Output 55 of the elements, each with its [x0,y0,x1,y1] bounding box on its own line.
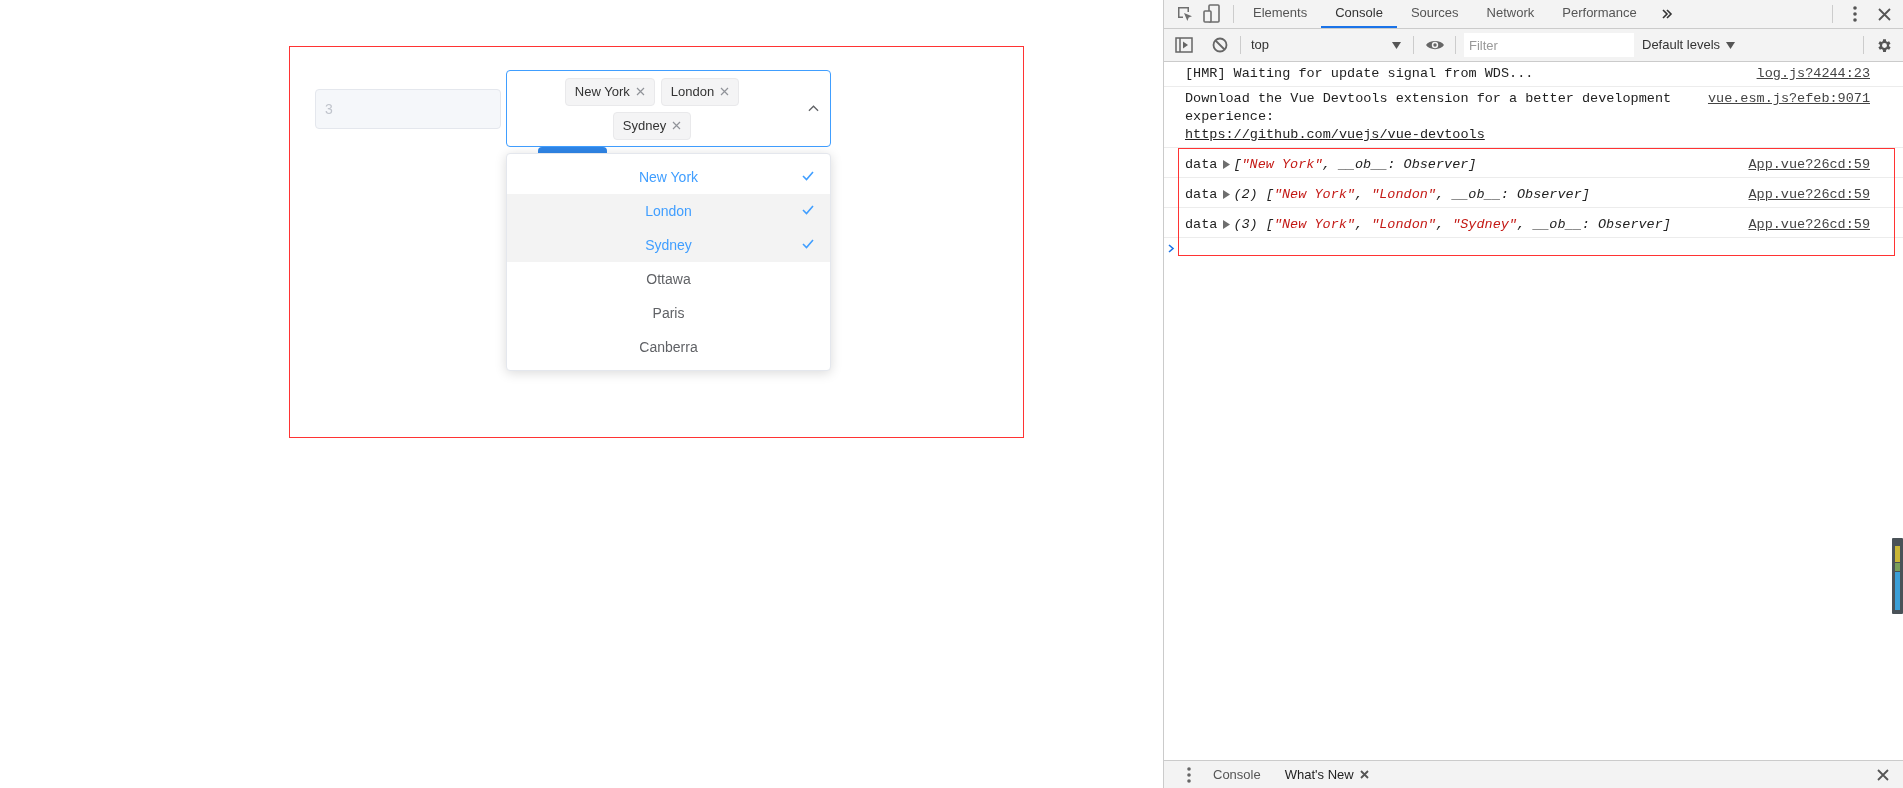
inspect-icon[interactable] [1176,5,1194,23]
device-icon[interactable] [1203,4,1221,24]
devtools-tab[interactable]: Network [1472,0,1549,28]
sidebar-toggle-icon[interactable] [1175,37,1193,53]
tag[interactable]: New York [564,77,655,106]
devtools-tab[interactable]: Performance [1548,0,1651,28]
expand-icon[interactable] [1223,190,1231,199]
drawer-tab[interactable]: Console [1213,764,1261,785]
context-select[interactable]: top [1251,35,1401,55]
tag[interactable]: London [660,77,740,106]
check-icon [802,205,814,215]
devtools-tab[interactable]: Sources [1396,0,1473,28]
close-icon[interactable] [635,87,645,96]
close-icon[interactable] [1878,7,1891,21]
source-link[interactable]: App.vue?26cd:59 [1748,156,1870,173]
drawer-tab[interactable]: What's New [1284,764,1369,785]
settings-icon[interactable] [1876,36,1893,54]
object-preview[interactable]: ["New York", __ob__: Observer] [1233,156,1477,173]
close-icon[interactable] [1359,770,1369,779]
filter-field[interactable]: Filter [1464,33,1634,57]
devtools-tab[interactable]: Elements [1239,0,1322,28]
more-options-icon[interactable] [1187,766,1191,783]
close-icon[interactable] [1877,768,1889,781]
log-link[interactable]: https://github.com/vuejs/vue-devtools [1185,126,1485,144]
levels-select[interactable]: Default levels [1642,35,1736,55]
object-preview[interactable]: (2) ["New York", "London", __ob__: Observer] [1233,186,1590,203]
dropdown-option[interactable]: Canberra [507,330,830,364]
expand-icon[interactable] [1223,220,1231,229]
source-link[interactable]: App.vue?26cd:59 [1748,186,1870,203]
expand-icon[interactable] [1223,160,1231,169]
source-link[interactable]: vue.esm.js?efeb:9071 [1707,90,1870,107]
tag[interactable]: Sydney [612,111,692,140]
caret-icon [1726,41,1736,49]
log-message: Download the Vue Devtools extension for a better development experience: [1185,90,1673,126]
source-link[interactable]: log.js?4244:23 [1756,65,1870,82]
log-label: data [1185,156,1218,173]
prompt-icon [1168,243,1175,253]
more-tabs-icon[interactable] [1660,8,1673,20]
caret-icon [1392,41,1401,49]
eye-icon[interactable] [1425,38,1445,52]
dropdown-option[interactable]: Paris [507,296,830,330]
log-label: data [1185,216,1218,233]
dropdown-option[interactable]: Ottawa [507,262,830,296]
log-label: data [1185,186,1218,203]
check-icon [802,239,814,249]
log-message: [HMR] Waiting for update signal from WDS... [1185,65,1535,83]
close-icon[interactable] [720,87,730,96]
multi-select[interactable]: New York London Sydney [506,70,831,147]
close-icon[interactable] [672,121,682,130]
clear-icon[interactable] [1212,37,1228,53]
check-icon [802,171,814,181]
source-link[interactable]: App.vue?26cd:59 [1748,216,1870,233]
chevron-icon [808,105,819,112]
object-preview[interactable]: (3) ["New York", "London", "Sydney", __ob__: Observer] [1233,216,1671,233]
more-options-icon[interactable] [1853,6,1857,22]
